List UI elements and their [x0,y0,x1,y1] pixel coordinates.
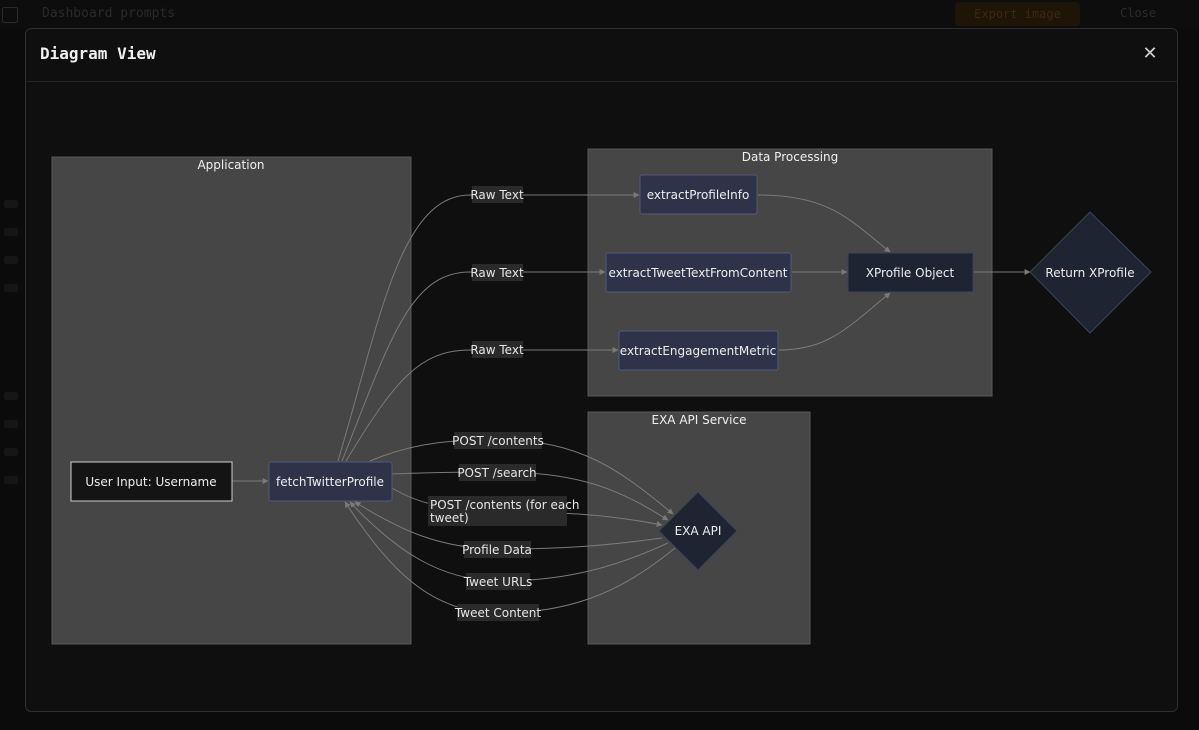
svg-text:Tweet URLs: Tweet URLs [463,575,533,589]
svg-text:Tweet Content: Tweet Content [454,606,541,620]
node-extract-engagement-metric[interactable]: extractEngagementMetric [618,330,779,371]
node-extract-tweet-text[interactable]: extractTweetTextFromContent [605,252,792,293]
svg-text:XProfile Object: XProfile Object [866,266,955,280]
svg-text:Raw Text: Raw Text [470,188,524,202]
cluster-data-processing-label: Data Processing [742,150,839,164]
edge-label-raw-text-3: Raw Text [470,341,524,358]
svg-text:extractTweetTextFromContent: extractTweetTextFromContent [609,266,788,280]
svg-text:fetchTwitterProfile: fetchTwitterProfile [276,475,384,489]
cluster-application-label: Application [197,158,264,172]
edge-label-raw-text-1: Raw Text [470,186,524,203]
svg-text:tweet): tweet) [430,511,469,525]
cluster-application: Application [51,156,412,645]
svg-text:EXA API: EXA API [675,524,722,538]
cluster-exa-api-service-label: EXA API Service [652,413,747,427]
svg-text:POST /search: POST /search [457,466,536,480]
svg-text:POST /contents (for each: POST /contents (for each [430,498,579,512]
edge-label-post-contents: POST /contents [452,432,544,449]
edge-label-tweet-content: Tweet Content [454,604,541,621]
edge-label-post-search: POST /search [457,464,537,481]
svg-text:Profile Data: Profile Data [462,543,532,557]
svg-text:Return XProfile: Return XProfile [1045,266,1134,280]
svg-text:POST /contents: POST /contents [452,434,544,448]
node-return-xprofile[interactable]: Return XProfile [1029,211,1152,334]
svg-text:extractProfileInfo: extractProfileInfo [647,188,750,202]
diagram-canvas[interactable]: Application Data Processing EXA API Serv… [0,0,1199,730]
edge-label-profile-data: Profile Data [462,541,532,558]
edge-label-tweet-urls: Tweet URLs [463,573,533,590]
edge-label-raw-text-2: Raw Text [470,264,524,281]
node-xprofile-object[interactable]: XProfile Object [847,252,974,293]
node-extract-profile-info[interactable]: extractProfileInfo [639,174,758,215]
svg-text:extractEngagementMetric: extractEngagementMetric [620,344,776,358]
svg-text:Raw Text: Raw Text [470,266,524,280]
node-fetch-twitter-profile[interactable]: fetchTwitterProfile [268,461,393,502]
svg-text:User Input: Username: User Input: Username [85,475,216,489]
svg-text:Raw Text: Raw Text [470,343,524,357]
node-user-input[interactable]: User Input: Username [70,461,233,502]
edge-label-post-contents-each: POST /contents (for each tweet) [428,496,579,526]
